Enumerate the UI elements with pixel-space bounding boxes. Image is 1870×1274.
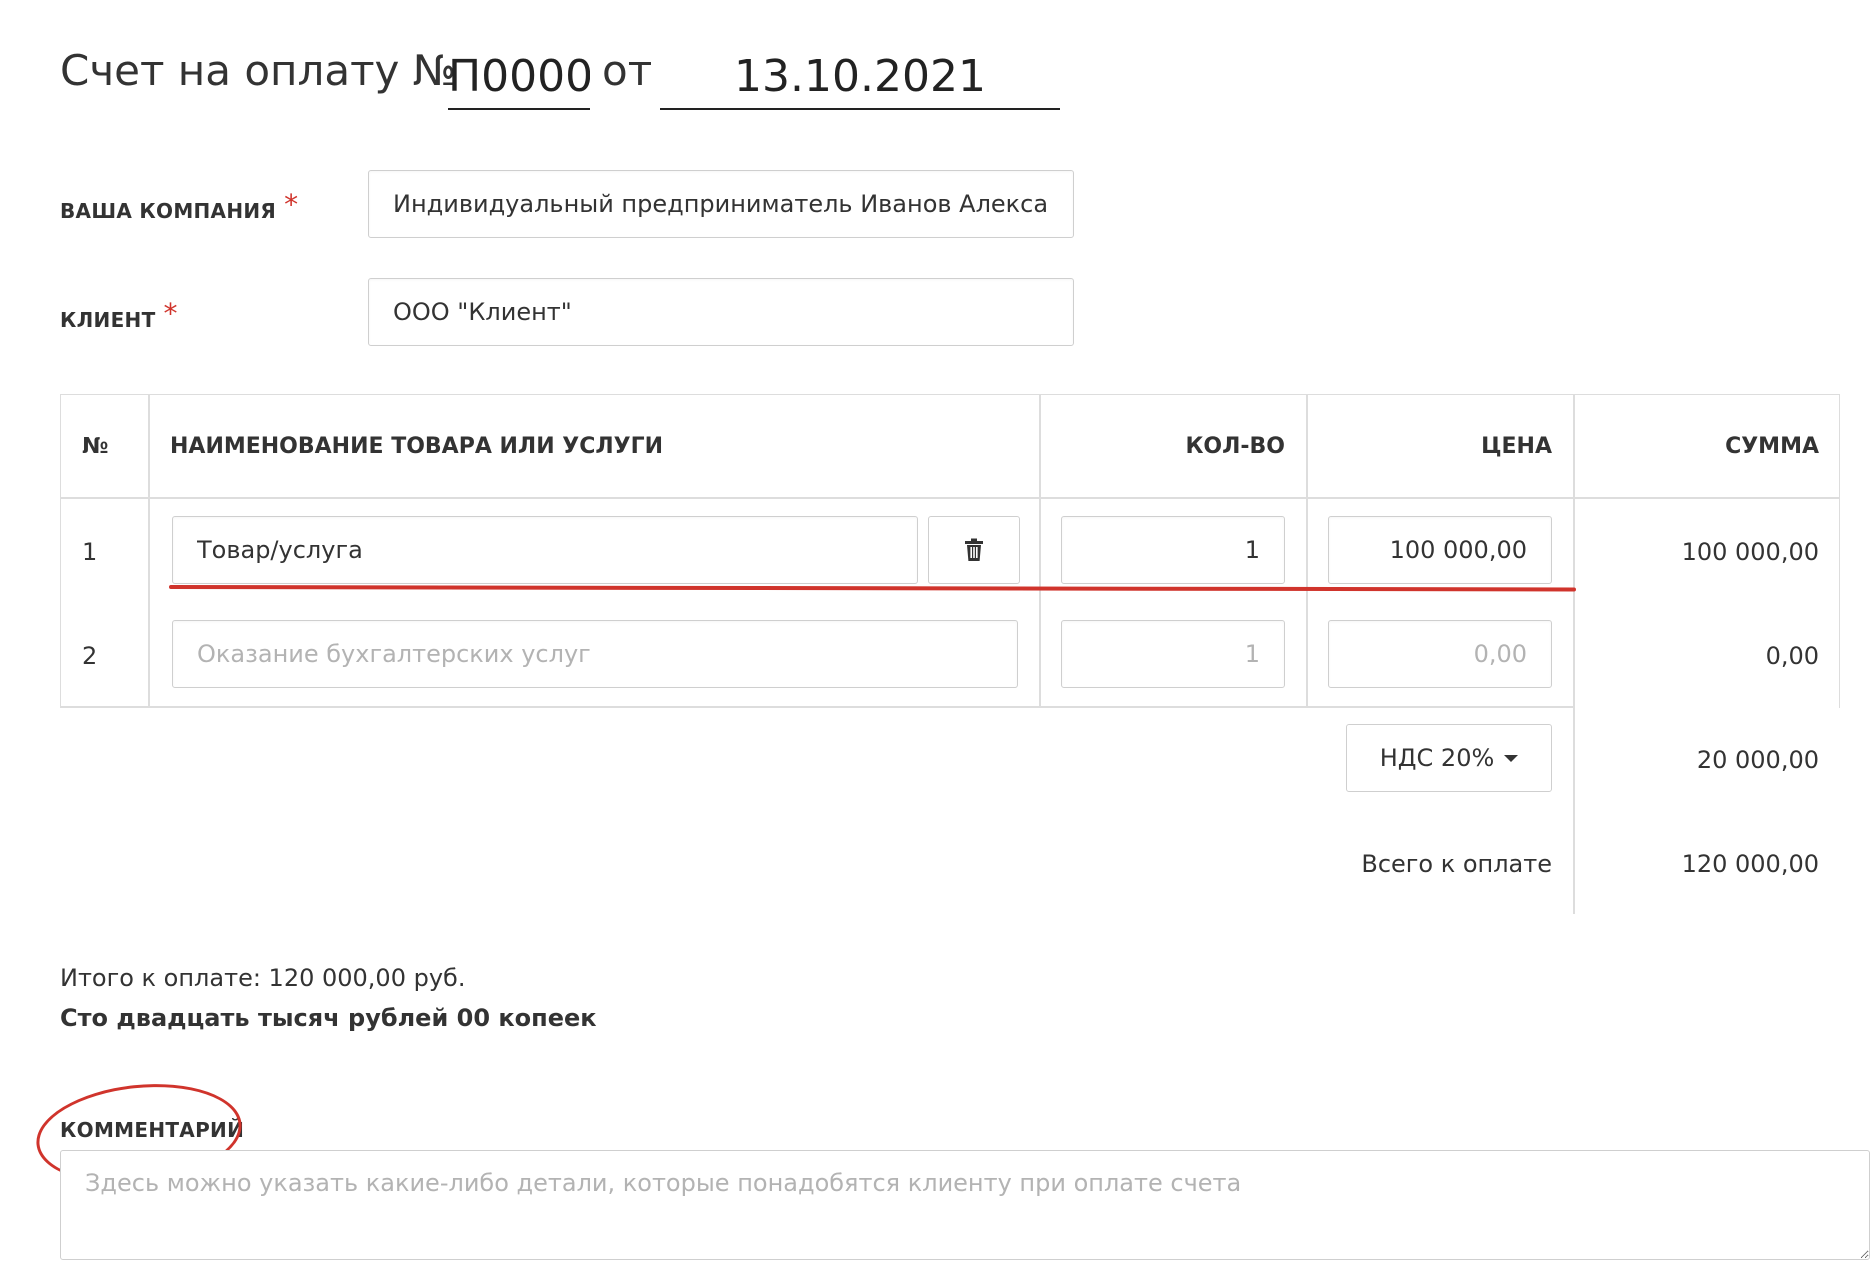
row-1-price-input[interactable]	[1328, 516, 1552, 584]
summary-total-words: Сто двадцать тысяч рублей 00 копеек	[60, 1004, 597, 1032]
table-divider	[60, 706, 1573, 708]
invoice-date-input[interactable]	[660, 44, 1060, 110]
row-1-name-input[interactable]	[172, 516, 918, 584]
client-input[interactable]	[368, 278, 1074, 346]
table-divider	[148, 394, 150, 708]
vat-dropdown-label: НДС 20%	[1379, 744, 1495, 772]
row-2-num: 2	[82, 642, 98, 670]
total-label: Всего к оплате	[1361, 850, 1552, 878]
company-input[interactable]	[368, 170, 1074, 238]
invoice-from-label: от	[602, 46, 653, 95]
th-price: ЦЕНА	[1481, 434, 1552, 459]
row-2-price-input[interactable]	[1328, 620, 1552, 688]
company-label: ВАША КОМПАНИЯ *	[60, 188, 299, 223]
th-qty: КОЛ-ВО	[1185, 434, 1285, 459]
vat-dropdown[interactable]: НДС 20%	[1346, 724, 1552, 792]
th-name: НАИМЕНОВАНИЕ ТОВАРА ИЛИ УСЛУГИ	[170, 434, 664, 459]
trash-icon	[965, 538, 983, 561]
row-1-qty-input[interactable]	[1061, 516, 1285, 584]
th-num: №	[82, 434, 109, 459]
invoice-title: Счет на оплату №	[60, 46, 457, 95]
row-2-sum: 0,00	[1765, 642, 1819, 670]
required-mark: *	[284, 188, 299, 221]
invoice-number-input[interactable]	[448, 44, 590, 110]
client-label: КЛИЕНТ *	[60, 297, 178, 332]
row-1-num: 1	[82, 538, 98, 566]
comment-textarea[interactable]	[60, 1150, 1870, 1260]
row-2-name-input[interactable]	[172, 620, 1018, 688]
row-2-qty-input[interactable]	[1061, 620, 1285, 688]
required-mark: *	[163, 297, 178, 330]
th-sum: СУММА	[1725, 434, 1819, 459]
vat-sum: 20 000,00	[1696, 746, 1819, 774]
row-1-sum: 100 000,00	[1681, 538, 1819, 566]
table-divider	[60, 497, 1840, 499]
row-1-delete-button[interactable]	[928, 516, 1020, 584]
summary-total-line: Итого к оплате: 120 000,00 руб.	[60, 964, 466, 992]
total-sum: 120 000,00	[1681, 850, 1819, 878]
caret-down-icon	[1504, 754, 1519, 762]
